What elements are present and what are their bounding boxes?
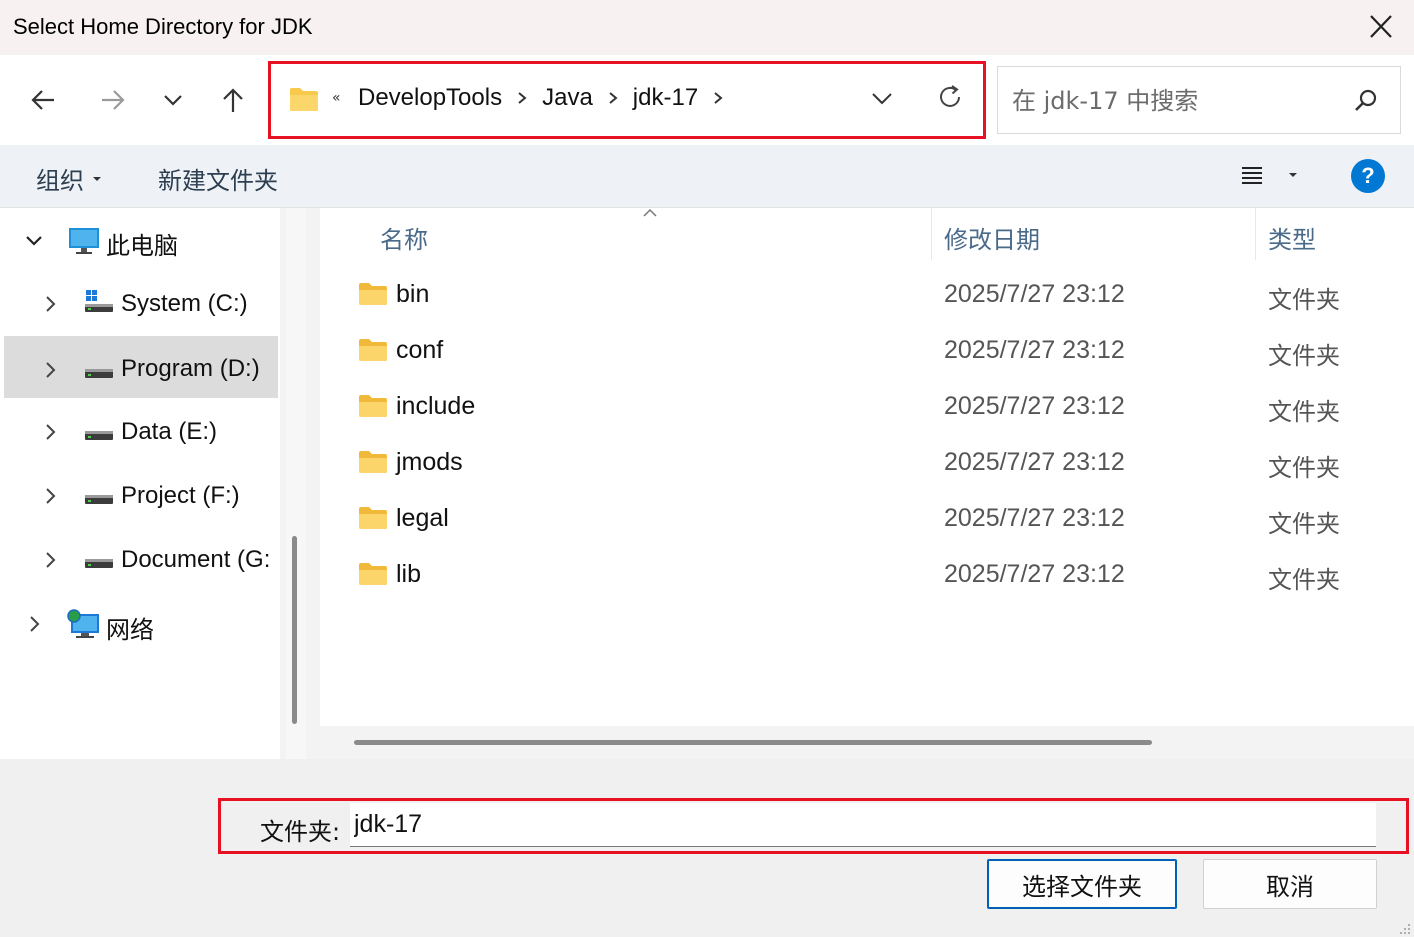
- sort-ascending-icon: [643, 208, 657, 217]
- sidebar-item-label: System (C:): [121, 290, 248, 317]
- chevron-right-icon[interactable]: [44, 550, 58, 570]
- file-name: legal: [396, 504, 449, 532]
- network-icon: [67, 609, 99, 638]
- file-modified-date: 2025/7/27 23:12: [944, 504, 1125, 532]
- file-name: include: [396, 392, 476, 420]
- file-name: conf: [396, 336, 444, 364]
- close-button[interactable]: [1366, 10, 1396, 44]
- window-title: Select Home Directory for JDK: [13, 14, 313, 39]
- file-type: 文件夹: [1268, 286, 1340, 314]
- system-drive-icon: [85, 290, 113, 312]
- organize-label: 组织: [36, 167, 84, 195]
- sidebar-item-program-d[interactable]: Program (D:): [4, 336, 278, 398]
- drive-icon: [85, 559, 113, 568]
- file-name: jmods: [396, 448, 463, 476]
- chevron-down-icon: [164, 95, 182, 106]
- folder-icon: [359, 395, 387, 417]
- table-row[interactable]: conf 2025/7/27 23:12 文件夹: [320, 324, 1414, 380]
- sidebar-item-document-g[interactable]: Document (G:: [0, 530, 278, 592]
- table-row[interactable]: include 2025/7/27 23:12 文件夹: [320, 380, 1414, 436]
- table-row[interactable]: legal 2025/7/27 23:12 文件夹: [320, 492, 1414, 548]
- column-header-type[interactable]: 类型: [1268, 220, 1316, 255]
- help-icon: ?: [1361, 163, 1375, 188]
- search-icon: [1355, 89, 1377, 111]
- arrow-up-icon: [223, 88, 243, 112]
- arrow-right-icon: [102, 90, 125, 110]
- file-name: bin: [396, 280, 430, 308]
- folder-icon: [359, 283, 387, 305]
- command-bar: 组织 新建文件夹 ?: [0, 145, 1414, 208]
- computer-icon: [69, 228, 99, 254]
- cancel-button[interactable]: 取消: [1203, 859, 1377, 909]
- caret-down-icon: [1289, 173, 1297, 177]
- file-type: 文件夹: [1268, 342, 1340, 370]
- sidebar-scrollbar-thumb[interactable]: [292, 536, 297, 724]
- address-bar-highlight: [268, 61, 986, 139]
- table-row[interactable]: lib 2025/7/27 23:12 文件夹: [320, 548, 1414, 604]
- search-box[interactable]: [997, 66, 1401, 134]
- column-divider[interactable]: [931, 208, 932, 260]
- column-header-date[interactable]: 修改日期: [944, 220, 1040, 255]
- close-icon: [1370, 15, 1392, 38]
- view-options-button[interactable]: [1238, 161, 1298, 189]
- file-type: 文件夹: [1268, 510, 1340, 538]
- search-button[interactable]: [1352, 87, 1380, 115]
- new-folder-button[interactable]: 新建文件夹: [158, 161, 278, 196]
- folder-icon: [359, 563, 387, 585]
- help-button[interactable]: ?: [1351, 159, 1385, 193]
- chevron-right-icon[interactable]: [44, 294, 58, 314]
- folder-field-highlight: [218, 798, 1409, 854]
- folder-icon: [359, 339, 387, 361]
- sidebar-item-this-pc[interactable]: 此电脑: [0, 210, 278, 272]
- forward-button[interactable]: [90, 77, 136, 123]
- recent-locations-button[interactable]: [150, 77, 196, 123]
- file-modified-date: 2025/7/27 23:12: [944, 336, 1125, 364]
- table-row[interactable]: bin 2025/7/27 23:12 文件夹: [320, 268, 1414, 324]
- drive-icon: [85, 495, 113, 504]
- caret-down-icon: [93, 176, 101, 181]
- sidebar-item-label: Project (F:): [121, 482, 240, 509]
- back-button[interactable]: [20, 77, 66, 123]
- file-modified-date: 2025/7/27 23:12: [944, 280, 1125, 308]
- table-row[interactable]: jmods 2025/7/27 23:12 文件夹: [320, 436, 1414, 492]
- sidebar-item-label: 网络: [106, 617, 154, 644]
- file-type: 文件夹: [1268, 398, 1340, 426]
- column-divider[interactable]: [1255, 208, 1256, 260]
- sidebar-item-network[interactable]: 网络: [0, 594, 278, 656]
- sidebar-item-label: Program (D:): [121, 355, 260, 382]
- organize-button[interactable]: 组织: [36, 161, 102, 196]
- search-input[interactable]: [1010, 83, 1344, 119]
- sidebar-item-data-e[interactable]: Data (E:): [0, 402, 278, 464]
- title-bar: Select Home Directory for JDK: [0, 0, 1414, 55]
- sidebar-item-label: Data (E:): [121, 418, 218, 445]
- file-type: 文件夹: [1268, 566, 1340, 594]
- chevron-right-icon[interactable]: [44, 422, 58, 442]
- column-header-name[interactable]: 名称: [380, 220, 428, 255]
- file-modified-date: 2025/7/27 23:12: [944, 560, 1125, 588]
- sidebar-item-label: 此电脑: [106, 233, 178, 260]
- up-button[interactable]: [210, 77, 256, 123]
- file-type: 文件夹: [1268, 454, 1340, 482]
- sidebar-item-label: Document (G:: [121, 546, 271, 573]
- navigation-pane: 此电脑 System (C:) Program (D:) Data (E:) P…: [0, 208, 280, 759]
- chevron-right-icon[interactable]: [28, 614, 42, 634]
- chevron-right-icon[interactable]: [44, 486, 58, 506]
- file-modified-date: 2025/7/27 23:12: [944, 392, 1125, 420]
- sidebar-item-system-c[interactable]: System (C:): [0, 274, 278, 336]
- file-list: 名称 修改日期 类型 bin 2025/7/27 23:12 文件夹 conf 2025…: [320, 208, 1414, 726]
- drive-icon: [85, 431, 113, 440]
- folder-icon: [359, 451, 387, 473]
- chevron-right-icon[interactable]: [44, 360, 58, 380]
- file-name: lib: [396, 560, 422, 588]
- horizontal-scrollbar-thumb[interactable]: [354, 740, 1152, 745]
- list-view-icon: [1242, 167, 1262, 184]
- chevron-down-icon[interactable]: [24, 234, 44, 248]
- resize-grip-icon[interactable]: [1396, 920, 1412, 936]
- file-modified-date: 2025/7/27 23:12: [944, 448, 1125, 476]
- sidebar-item-project-f[interactable]: Project (F:): [0, 466, 278, 528]
- arrow-left-icon: [31, 90, 54, 110]
- folder-icon: [359, 507, 387, 529]
- drive-icon: [85, 369, 113, 378]
- select-folder-button[interactable]: 选择文件夹: [987, 859, 1177, 909]
